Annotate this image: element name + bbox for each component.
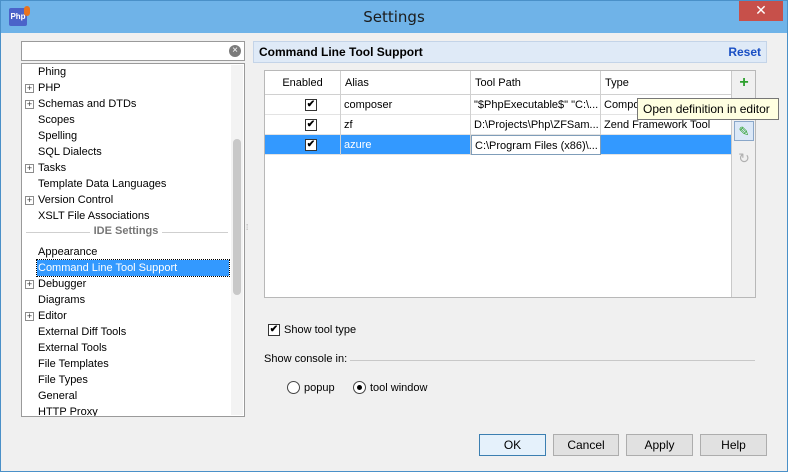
title-bar[interactable]: Php Settings ✕ <box>1 1 787 33</box>
tree-item-label: Version Control <box>38 194 114 206</box>
panel-title: Command Line Tool Support <box>259 45 423 59</box>
tree-item[interactable]: Phing <box>22 64 230 80</box>
tree-item-label: XSLT File Associations <box>38 210 150 222</box>
tree-scrollbar[interactable] <box>231 65 243 415</box>
tree-item-label: Tasks <box>38 162 67 174</box>
enabled-checkbox[interactable]: ✔ <box>305 119 317 131</box>
tree-item-label: Editor <box>38 310 67 322</box>
tree-item[interactable]: + Editor <box>22 308 230 324</box>
tree-item-label: Template Data Languages <box>38 178 167 190</box>
radio-tool-window-label: tool window <box>370 382 428 394</box>
radio-popup-label: popup <box>304 382 335 394</box>
tree-item[interactable]: File Types <box>22 372 230 388</box>
column-header-enabled[interactable]: Enabled <box>265 71 341 95</box>
tree-item-label: Debugger <box>38 278 87 290</box>
tree-item-label: Scopes <box>38 114 75 126</box>
radio-circle[interactable] <box>353 381 366 394</box>
refresh-icon[interactable]: ↻ <box>734 148 754 168</box>
scrollbar-thumb[interactable] <box>233 139 241 295</box>
clear-search-icon[interactable]: × <box>229 45 241 57</box>
cell-type[interactable] <box>601 135 731 155</box>
tree-item-label: Schemas and DTDs <box>38 98 137 110</box>
cell-enabled[interactable]: ✔ <box>265 95 341 115</box>
cell-tool-path[interactable]: "$PhpExecutable$" "C:\... <box>471 95 601 115</box>
window-title: Settings <box>363 8 425 26</box>
cancel-button[interactable]: Cancel <box>553 434 619 456</box>
radio-circle[interactable] <box>287 381 300 394</box>
cell-alias[interactable]: zf <box>341 115 471 135</box>
help-button[interactable]: Help <box>700 434 767 456</box>
cell-alias[interactable]: composer <box>341 95 471 115</box>
table-row[interactable]: ✔ azure C:\Program Files (x86)\... <box>265 135 731 155</box>
enabled-checkbox[interactable]: ✔ <box>305 99 317 111</box>
tree-item-label: PHP <box>38 82 61 94</box>
tree-item[interactable]: Command Line Tool Support <box>22 259 230 277</box>
separator <box>350 360 755 361</box>
cell-tool-path[interactable]: D:\Projects\Php\ZFSam... <box>471 115 601 135</box>
tree-item[interactable]: Appearance <box>22 244 230 260</box>
enabled-checkbox[interactable]: ✔ <box>305 139 317 151</box>
tree-item-label: Spelling <box>38 130 78 142</box>
tree-item[interactable]: General <box>22 388 230 404</box>
column-header-type[interactable]: Type <box>601 71 731 95</box>
show-console-label: Show console in: <box>264 353 348 365</box>
tree-item[interactable]: XSLT File Associations <box>22 208 230 224</box>
tree-item[interactable]: + Tasks <box>22 160 230 176</box>
close-icon: ✕ <box>755 3 767 19</box>
tree-item[interactable]: + Debugger <box>22 276 230 292</box>
expand-icon[interactable]: + <box>25 280 34 289</box>
cell-enabled[interactable]: ✔ <box>265 115 341 135</box>
tree-item-label: Appearance <box>38 246 98 258</box>
expand-icon[interactable]: + <box>25 312 34 321</box>
tree-item[interactable]: Spelling <box>22 128 230 144</box>
settings-window: Php Settings ✕ × Phing + PHP + Schemas and D… <box>0 0 788 472</box>
checkbox-box[interactable]: ✔ <box>268 324 280 336</box>
expand-icon[interactable]: + <box>25 164 34 173</box>
group-header-text: IDE Settings <box>93 225 159 237</box>
splitter-handle[interactable]: ⁞ <box>246 223 250 233</box>
tree-item-label: General <box>38 390 78 402</box>
tree-item-label: Command Line Tool Support <box>36 259 230 277</box>
settings-tree: Phing + PHP + Schemas and DTDs Scopes Spelling… <box>21 63 245 417</box>
column-header-alias[interactable]: Alias <box>341 71 471 95</box>
tree-item[interactable]: Template Data Languages <box>22 176 230 192</box>
ide-settings-group-header: IDE Settings <box>22 224 230 240</box>
tree-item[interactable]: SQL Dialects <box>22 144 230 160</box>
close-button[interactable]: ✕ <box>739 1 783 21</box>
expand-icon[interactable]: + <box>25 100 34 109</box>
tree-item-label: SQL Dialects <box>38 146 102 158</box>
settings-search-input[interactable]: × <box>21 41 245 61</box>
tree-item-label: File Templates <box>38 358 109 370</box>
tree-item-label: External Diff Tools <box>38 326 127 338</box>
panel-header: Command Line Tool Support Reset <box>253 41 767 63</box>
cell-alias[interactable]: azure <box>341 135 471 155</box>
ok-button[interactable]: OK <box>479 434 546 456</box>
table-header: Enabled Alias Tool Path Type <box>265 71 731 95</box>
add-icon[interactable]: + <box>734 73 754 93</box>
tree-item-label: Phing <box>38 66 67 78</box>
tree-item[interactable]: File Templates <box>22 356 230 372</box>
expand-icon[interactable]: + <box>25 196 34 205</box>
reset-link[interactable]: Reset <box>728 45 761 59</box>
edit-icon[interactable]: ✎ <box>734 121 754 141</box>
tree-item-label: External Tools <box>38 342 107 354</box>
tree-item-label: File Types <box>38 374 88 386</box>
tree-item[interactable]: + PHP <box>22 80 230 96</box>
tree-item[interactable]: External Tools <box>22 340 230 356</box>
expand-icon[interactable]: + <box>25 84 34 93</box>
tooltip: Open definition in editor <box>637 98 779 120</box>
column-header-tool-path[interactable]: Tool Path <box>471 71 601 95</box>
show-tool-type-label: Show tool type <box>284 324 357 336</box>
tree-item[interactable]: + Version Control <box>22 192 230 208</box>
cell-enabled[interactable]: ✔ <box>265 135 341 155</box>
tree-item-label: HTTP Proxy <box>38 406 98 417</box>
cell-tool-path[interactable]: C:\Program Files (x86)\... <box>471 135 601 155</box>
tree-item[interactable]: Scopes <box>22 112 230 128</box>
apply-button[interactable]: Apply <box>626 434 693 456</box>
tree-item[interactable]: Diagrams <box>22 292 230 308</box>
tree-item[interactable]: + Schemas and DTDs <box>22 96 230 112</box>
tree-item[interactable]: External Diff Tools <box>22 324 230 340</box>
tree-item-label: Diagrams <box>38 294 86 306</box>
tree-item[interactable]: HTTP Proxy <box>22 404 230 417</box>
